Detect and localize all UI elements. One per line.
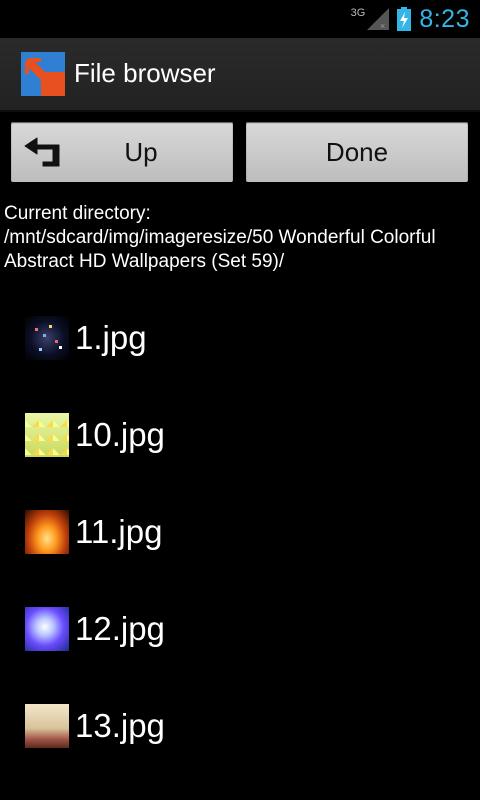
back-arrow-icon xyxy=(24,137,60,167)
image-thumbnail xyxy=(25,703,69,748)
file-name: 13.jpg xyxy=(75,706,165,744)
file-list-item[interactable]: 10.jpg xyxy=(0,386,480,483)
done-button[interactable]: Done xyxy=(246,122,468,182)
clock: 8:23 xyxy=(419,4,470,33)
status-icons: 3G × 8:23 xyxy=(351,4,470,34)
file-list-item[interactable]: 1.jpg xyxy=(0,289,480,386)
svg-text:×: × xyxy=(380,21,385,30)
done-button-label: Done xyxy=(325,136,389,167)
up-button-label: Up xyxy=(124,136,158,167)
network-type-label: 3G xyxy=(350,7,366,19)
image-thumbnail xyxy=(25,412,69,457)
status-bar: 3G × 8:23 xyxy=(0,0,480,38)
image-thumbnail xyxy=(25,315,69,360)
file-list-item[interactable]: 11.jpg xyxy=(0,483,480,580)
current-directory: Current directory: /mnt/sdcard/img/image… xyxy=(4,202,474,274)
image-thumbnail xyxy=(25,606,69,651)
current-directory-path: /mnt/sdcard/img/imageresize/50 Wonderful… xyxy=(4,227,436,272)
file-list-item[interactable]: 12.jpg xyxy=(0,580,480,677)
file-name: 1.jpg xyxy=(75,318,147,356)
file-name: 11.jpg xyxy=(75,512,163,550)
file-name: 10.jpg xyxy=(75,415,165,453)
app-title: File browser xyxy=(74,58,216,88)
file-browser-app-icon[interactable] xyxy=(21,52,65,96)
up-button[interactable]: Up xyxy=(11,122,233,182)
file-list-item[interactable]: 13.jpg xyxy=(0,677,480,774)
action-bar: File browser xyxy=(0,38,480,112)
file-list: 1.jpg 10.jpg 11.jpg 12.jpg 13.jpg xyxy=(0,289,480,774)
signal-icon: × xyxy=(367,8,390,30)
image-thumbnail xyxy=(25,509,69,554)
file-name: 12.jpg xyxy=(75,609,165,647)
battery-charging-icon xyxy=(397,7,412,31)
current-directory-label: Current directory: xyxy=(4,203,151,224)
